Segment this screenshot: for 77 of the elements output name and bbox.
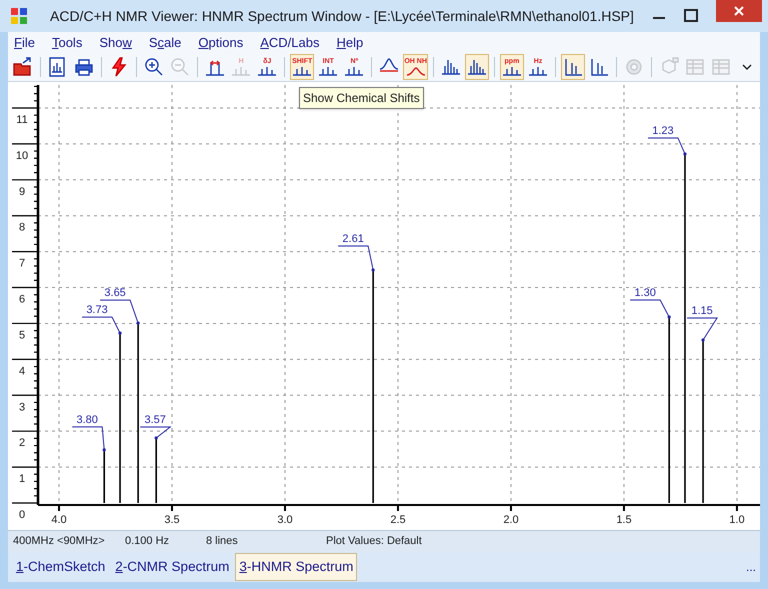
peak-label: 3.57 — [144, 414, 166, 426]
peaks-icon — [231, 66, 252, 76]
leader-line — [140, 426, 172, 440]
peaks-icon — [318, 66, 338, 76]
x-tick-label: 2.5 — [390, 514, 406, 526]
y-tick-label: 4 — [18, 365, 26, 378]
y-tick-label: 1 — [18, 473, 26, 486]
x-tick-label: 2.0 — [503, 514, 519, 526]
peaks-icon — [344, 66, 364, 76]
x-tick-label: 1.5 — [616, 514, 632, 526]
zoom-in-icon — [144, 57, 164, 77]
window-title: ACD/C+H NMR Viewer: HNMR Spectrum Window - [E:\Lycée\Terminale\RMN\ethanol01.HSP] — [50, 6, 634, 26]
status-text: 400MHz <90MHz> — [12, 534, 106, 550]
menu-item[interactable]: File — [14, 32, 35, 52]
leader-line — [647, 137, 687, 156]
peak-label: 3.80 — [76, 414, 98, 426]
table-icon — [685, 57, 706, 77]
menu-item[interactable]: Scale — [148, 32, 182, 52]
axis-button[interactable] — [560, 54, 585, 80]
peak-label: 1.23 — [652, 124, 674, 137]
menu-item[interactable]: Show — [99, 32, 132, 52]
x-tick-label: 3.5 — [164, 514, 180, 526]
peaks-icon — [502, 66, 522, 76]
peak-label: 3.65 — [104, 287, 126, 300]
menu-item[interactable]: Options — [198, 32, 244, 52]
tab[interactable]: 2-CNMR Spectrum — [111, 552, 234, 582]
x-tick-label: 3.0 — [277, 514, 293, 526]
zoom-out-icon — [170, 57, 190, 77]
leader-line — [82, 316, 122, 335]
folder-icon — [13, 57, 34, 77]
y-tick-label: 3 — [18, 401, 26, 414]
multiplet-icon — [466, 57, 487, 77]
peak-label: 1.15 — [691, 304, 713, 317]
leader-line — [686, 317, 718, 342]
hump-icon — [406, 66, 426, 76]
close-icon — [734, 6, 744, 16]
app-icon[interactable] — [10, 7, 28, 25]
status-text: 0.100 Hz — [125, 534, 170, 550]
y-tick-label: 9 — [18, 186, 26, 198]
x-tick-label: 4.0 — [51, 514, 67, 526]
status-text: 8 lines — [206, 534, 239, 550]
leader-line — [630, 299, 671, 319]
x-tick-label: 1.0 — [729, 514, 745, 526]
axis-icon — [562, 57, 583, 77]
y-tick-label: 10 — [16, 150, 28, 162]
leader-line — [338, 245, 375, 272]
menu-item[interactable]: ACD/Labs — [260, 32, 320, 52]
y-tick-label: 0 — [18, 509, 26, 521]
y-tick-label: 7 — [18, 258, 26, 270]
peaks-icon — [292, 66, 312, 76]
y-tick-label: 5 — [18, 329, 26, 342]
chevron-icon — [742, 64, 752, 70]
table-icon — [711, 57, 732, 77]
printer-icon — [74, 57, 94, 77]
axis-icon — [589, 57, 610, 77]
y-tick-label: 6 — [18, 294, 26, 306]
multiplet-button[interactable] — [464, 54, 489, 80]
y-tick-label: 11 — [16, 114, 28, 126]
menu-item[interactable]: Tools — [52, 32, 82, 52]
peak-label: 3.73 — [86, 304, 108, 316]
tooltip: Show Chemical Shifts — [299, 87, 424, 109]
status-text: Plot Values: Default — [326, 534, 423, 550]
menu-item[interactable]: Help — [336, 32, 364, 52]
peak-label: 2.61 — [342, 232, 364, 245]
peak-label: 1.30 — [634, 286, 656, 299]
tab[interactable]: 1-ChemSketch — [12, 552, 110, 582]
close-button[interactable] — [716, 0, 762, 22]
y-tick-label: 2 — [18, 437, 26, 450]
multiplet-icon — [440, 57, 461, 77]
gear-icon — [624, 57, 644, 77]
leader-line — [72, 426, 106, 452]
more-tabs[interactable]: ... — [746, 558, 756, 576]
maximize-icon[interactable] — [684, 9, 698, 23]
tab[interactable]: 3-HNMR Spectrum — [235, 552, 358, 582]
peaks-icon — [257, 66, 278, 76]
y-tick-label: 8 — [18, 222, 26, 234]
peaks-icon — [528, 66, 548, 76]
